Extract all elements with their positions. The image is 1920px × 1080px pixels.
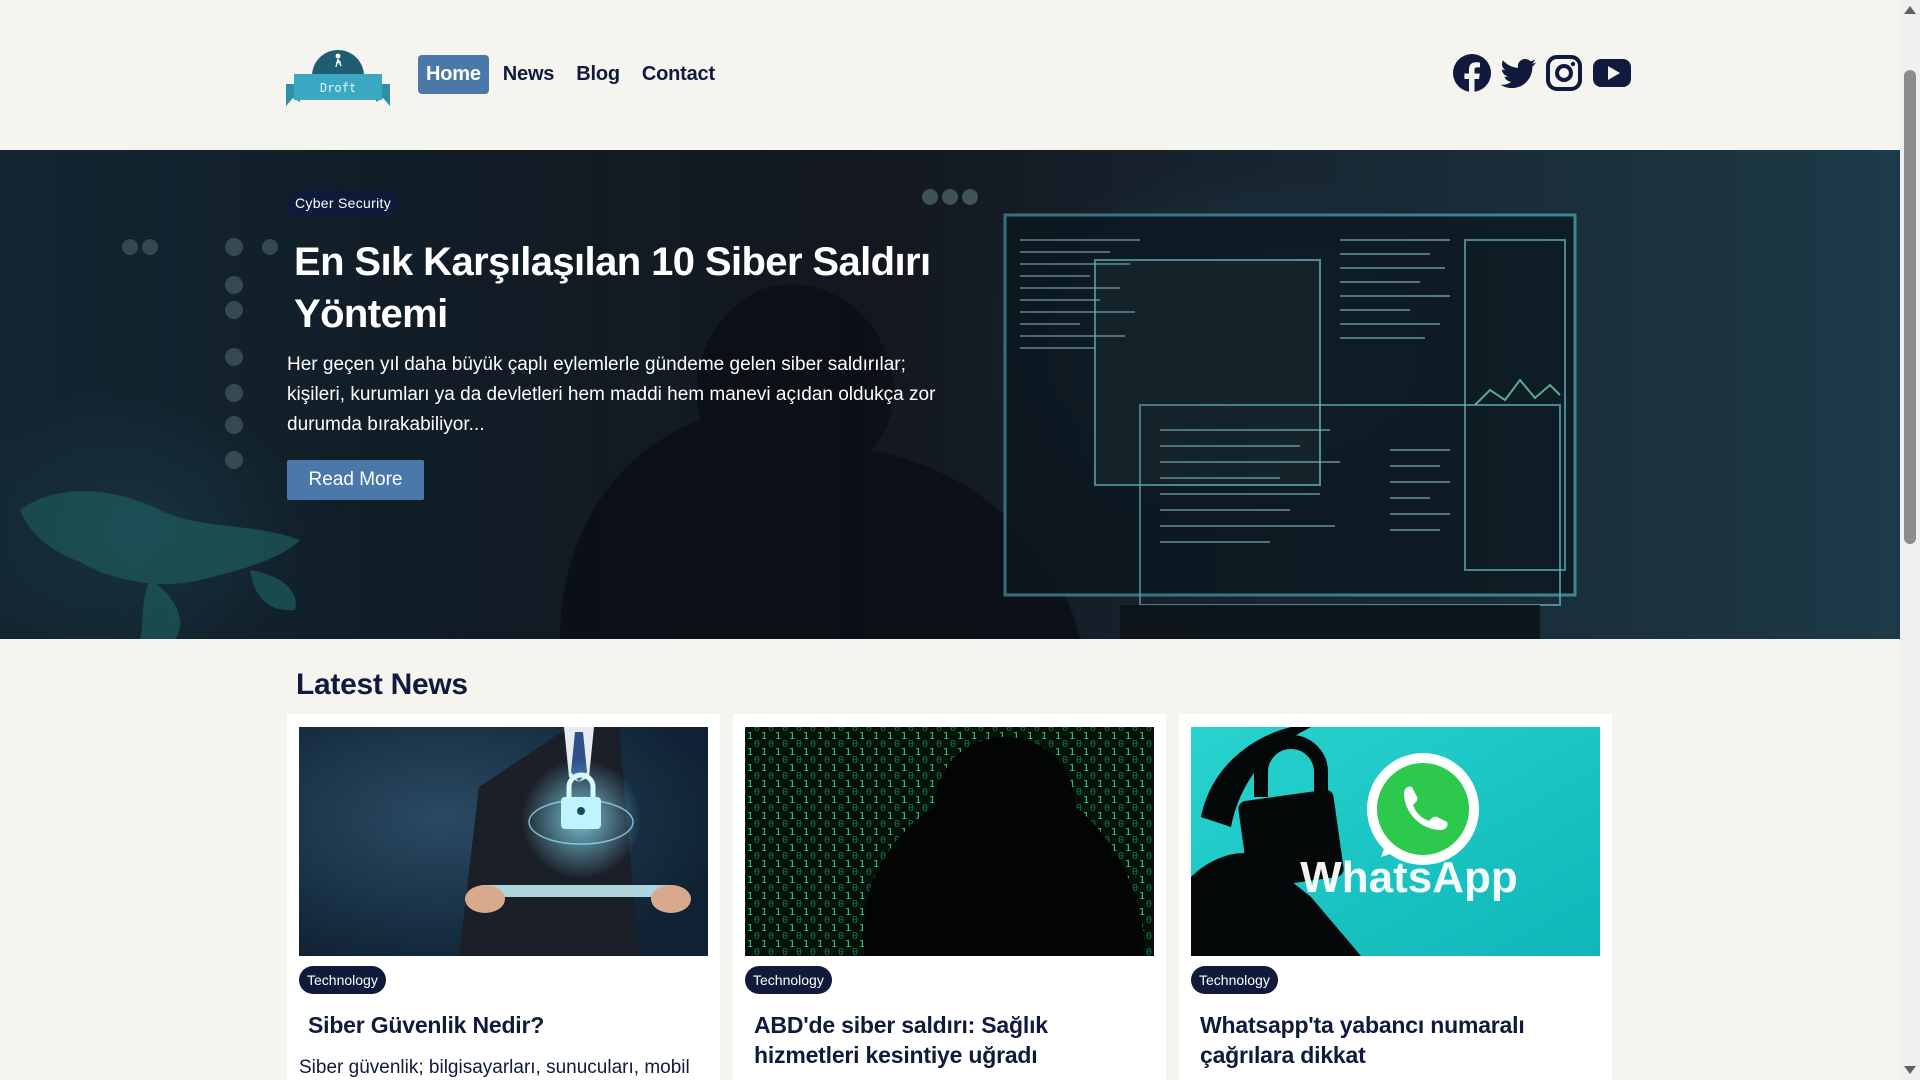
scroll-thumb[interactable] (1904, 70, 1916, 544)
scroll-up-arrow-icon[interactable] (1904, 6, 1916, 14)
card-tag[interactable]: Technology (299, 966, 386, 994)
whatsapp-wordmark: WhatsApp (1300, 853, 1518, 902)
card-tag[interactable]: Technology (1191, 966, 1278, 994)
hero-overlay (0, 150, 1900, 639)
card-image-hacker[interactable]: 1 0 (745, 727, 1154, 956)
nav-home[interactable]: Home (418, 55, 489, 94)
hero-category-badge[interactable]: Cyber Security (287, 190, 400, 216)
nav-contact[interactable]: Contact (634, 55, 723, 94)
card-tag[interactable]: Technology (745, 966, 832, 994)
card-title[interactable]: Whatsapp'ta yabancı numaralı çağrılara d… (1200, 1010, 1590, 1070)
social-links (1452, 53, 1634, 93)
card-title[interactable]: Siber Güvenlik Nedir? (308, 1010, 698, 1040)
latest-news-heading: Latest News (296, 668, 468, 701)
youtube-icon[interactable] (1590, 53, 1634, 93)
main-nav: Home News Blog Contact (418, 55, 723, 94)
news-card[interactable]: Technology Siber Güvenlik Nedir? Siber g… (287, 714, 720, 1080)
read-more-button[interactable]: Read More (287, 460, 424, 500)
news-card-list: Technology Siber Güvenlik Nedir? Siber g… (287, 714, 1613, 1080)
hero-banner: Cyber Security En Sık Karşılaşılan 10 Si… (0, 150, 1900, 639)
logo-text: Droft (320, 81, 356, 95)
nav-blog[interactable]: Blog (568, 55, 628, 94)
site-logo[interactable]: Droft (286, 40, 390, 112)
news-card[interactable]: WhatsApp Technology Whatsapp'ta yabancı … (1179, 714, 1612, 1080)
hero-title[interactable]: En Sık Karşılaşılan 10 Siber Saldırı Yön… (294, 236, 974, 340)
facebook-icon[interactable] (1452, 53, 1492, 93)
card-excerpt: Siber güvenlik; bilgisayarları, sunucula… (299, 1057, 690, 1078)
nav-news[interactable]: News (495, 55, 562, 94)
twitter-icon[interactable] (1498, 53, 1538, 93)
card-image-whatsapp[interactable]: WhatsApp (1191, 727, 1600, 956)
hero-description: Her geçen yıl daha büyük çaplı eylemlerl… (287, 354, 936, 435)
instagram-icon[interactable] (1544, 53, 1584, 93)
card-image-security[interactable] (299, 727, 708, 956)
card-title[interactable]: ABD'de siber saldırı: Sağlık hizmetleri … (754, 1010, 1144, 1070)
news-card[interactable]: 1 0 Technology ABD'de siber saldırı: Sağ… (733, 714, 1166, 1080)
page-scrollbar[interactable] (1900, 0, 1920, 1080)
scroll-down-arrow-icon[interactable] (1904, 1066, 1916, 1074)
site-header: Droft Home News Blog Contact (0, 0, 1900, 150)
